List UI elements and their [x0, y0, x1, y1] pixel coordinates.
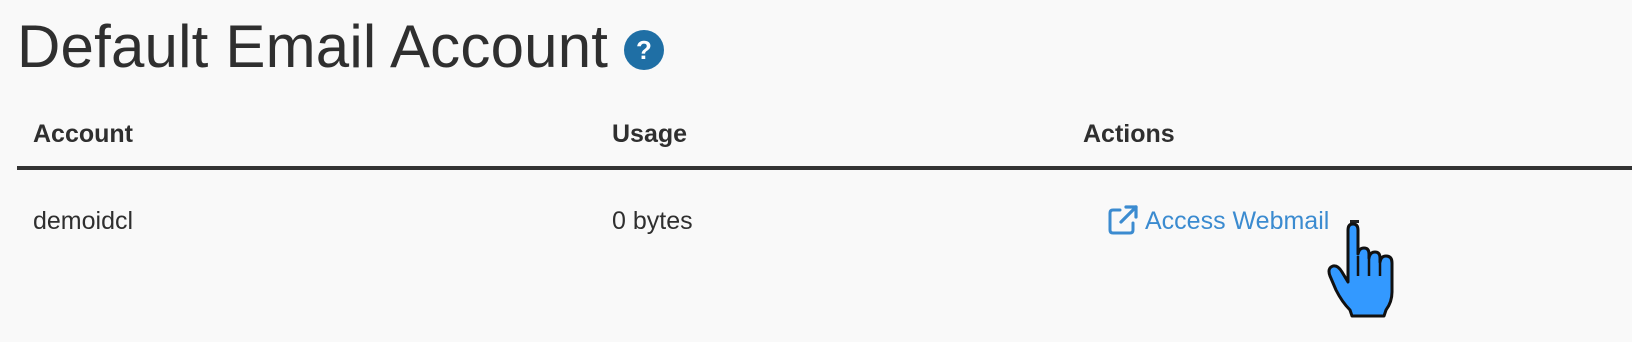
column-header-usage: Usage: [612, 120, 688, 148]
question-circle-icon-glyph: ?: [624, 30, 665, 70]
default-email-account-panel: Default Email Account ? Account Usage Ac…: [0, 0, 1632, 342]
title-row: Default Email Account ?: [17, 12, 665, 82]
external-link-icon: [1108, 205, 1138, 235]
svg-text:?: ?: [636, 35, 652, 65]
hand-pointer-cursor-icon: [1327, 220, 1394, 318]
usage-cell: 0 bytes: [612, 207, 693, 235]
access-webmail-link[interactable]: Access Webmail: [1107, 170, 1329, 272]
page-title: Default Email Account: [17, 13, 609, 80]
table-header: Account Usage Actions: [17, 106, 1632, 170]
question-circle-icon[interactable]: ?: [623, 29, 665, 71]
access-webmail-label: Access Webmail: [1145, 206, 1330, 235]
account-cell: demoidcl: [33, 207, 134, 235]
column-header-actions: Actions: [1083, 120, 1175, 148]
column-header-account: Account: [33, 120, 133, 148]
